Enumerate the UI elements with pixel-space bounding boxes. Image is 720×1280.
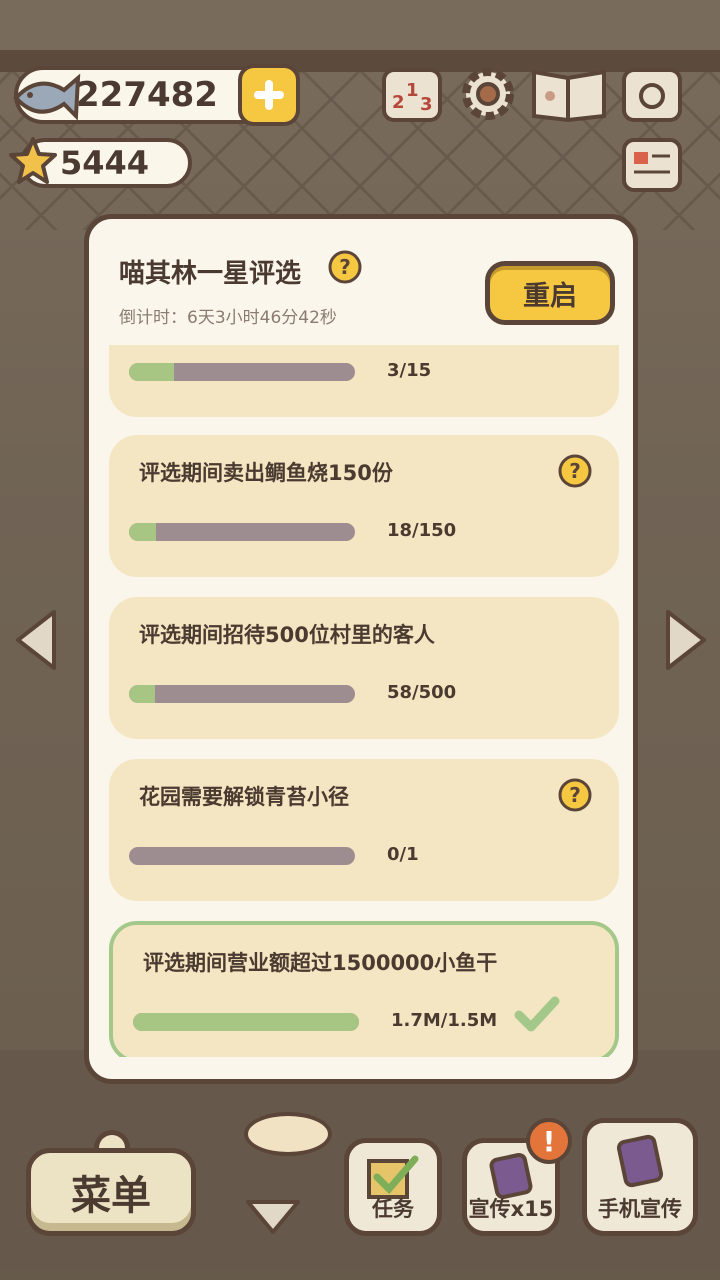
phone-promo-button[interactable]: 手机宣传 xyxy=(582,1118,698,1236)
progress-fill xyxy=(133,1013,359,1031)
progress-bar xyxy=(129,847,355,865)
star-count: 5444 xyxy=(60,144,150,182)
newspaper-icon xyxy=(634,152,670,174)
tasks-button[interactable]: 任务 xyxy=(344,1138,442,1236)
task-progress-count: 1.7M/1.5M xyxy=(391,1010,498,1031)
svg-text:1: 1 xyxy=(406,80,419,101)
phone-icon xyxy=(616,1134,664,1188)
svg-text:?: ? xyxy=(569,459,581,483)
progress-fill xyxy=(129,685,156,703)
check-icon xyxy=(514,996,560,1032)
menu-button[interactable]: 菜单 xyxy=(26,1148,196,1236)
task-card: 评选期间招待500位村里的客人 58/500 xyxy=(109,597,619,739)
phone-promo-label: 手机宣传 xyxy=(598,1197,682,1221)
task-text: 评选期间卖出鲷鱼烧150份 xyxy=(139,461,393,485)
star-icon xyxy=(9,137,57,184)
svg-text:2: 2 xyxy=(392,92,405,113)
promo-label: 宣传x15 xyxy=(468,1197,554,1221)
camera-icon xyxy=(639,83,665,109)
task-progress-count: 3/15 xyxy=(387,360,432,381)
help-icon[interactable]: ? xyxy=(557,777,593,813)
newspaper-button[interactable] xyxy=(622,138,682,192)
rating-modal: 喵其林一星评选 ? 倒计时：6天3小时46分42秒 重启 3/15 评选期间卖出鲷… xyxy=(84,214,638,1084)
leaderboard-icon: 2 1 3 xyxy=(392,80,433,115)
plate-decoration xyxy=(244,1112,332,1156)
countdown-text: 倒计时：6天3小时46分42秒 xyxy=(119,308,337,328)
task-progress-count: 0/1 xyxy=(387,844,419,865)
restart-button[interactable]: 重启 xyxy=(485,261,615,325)
fish-count: 227482 xyxy=(76,75,218,115)
fish-icon xyxy=(13,73,81,121)
task-card: 评选期间营业额超过1500000小鱼干 1.7M/1.5M xyxy=(109,921,619,1057)
task-text: 评选期间招待500位村里的客人 xyxy=(139,623,435,647)
progress-bar xyxy=(129,685,355,703)
promo-card-icon xyxy=(489,1152,533,1200)
svg-text:?: ? xyxy=(339,255,351,279)
recipe-book-icon[interactable] xyxy=(530,64,608,124)
svg-text:?: ? xyxy=(569,783,581,807)
help-icon[interactable]: ? xyxy=(327,249,363,285)
leaderboard-button[interactable]: 2 1 3 xyxy=(382,68,442,122)
camera-button[interactable] xyxy=(622,68,682,122)
progress-bar xyxy=(133,1013,359,1031)
task-card: 3/15 xyxy=(109,345,619,417)
task-text: 花园需要解锁青苔小径 xyxy=(139,785,349,809)
progress-bar xyxy=(129,363,355,381)
right-arrow-icon[interactable] xyxy=(664,608,708,672)
promo-alert-badge: ! xyxy=(526,1118,572,1164)
task-card: 花园需要解锁青苔小径? 0/1 xyxy=(109,759,619,901)
task-card: 评选期间卖出鲷鱼烧150份? 18/150 xyxy=(109,435,619,577)
down-arrow-icon[interactable] xyxy=(244,1198,302,1236)
task-progress-count: 58/500 xyxy=(387,682,457,703)
task-list[interactable]: 3/15 评选期间卖出鲷鱼烧150份? 18/150 评选期间招待500位村里的客人 5… xyxy=(109,345,619,1057)
task-progress-count: 18/150 xyxy=(387,520,457,541)
add-fish-button[interactable] xyxy=(238,64,300,126)
help-icon[interactable]: ? xyxy=(557,453,593,489)
progress-fill xyxy=(129,363,175,381)
svg-text:3: 3 xyxy=(420,94,433,115)
task-text: 评选期间营业额超过1500000小鱼干 xyxy=(143,951,498,975)
left-arrow-icon[interactable] xyxy=(14,608,58,672)
tasks-label: 任务 xyxy=(372,1197,414,1221)
gear-icon[interactable] xyxy=(458,64,518,124)
progress-bar xyxy=(129,523,355,541)
modal-title: 喵其林一星评选 xyxy=(119,259,302,289)
progress-fill xyxy=(129,523,157,541)
